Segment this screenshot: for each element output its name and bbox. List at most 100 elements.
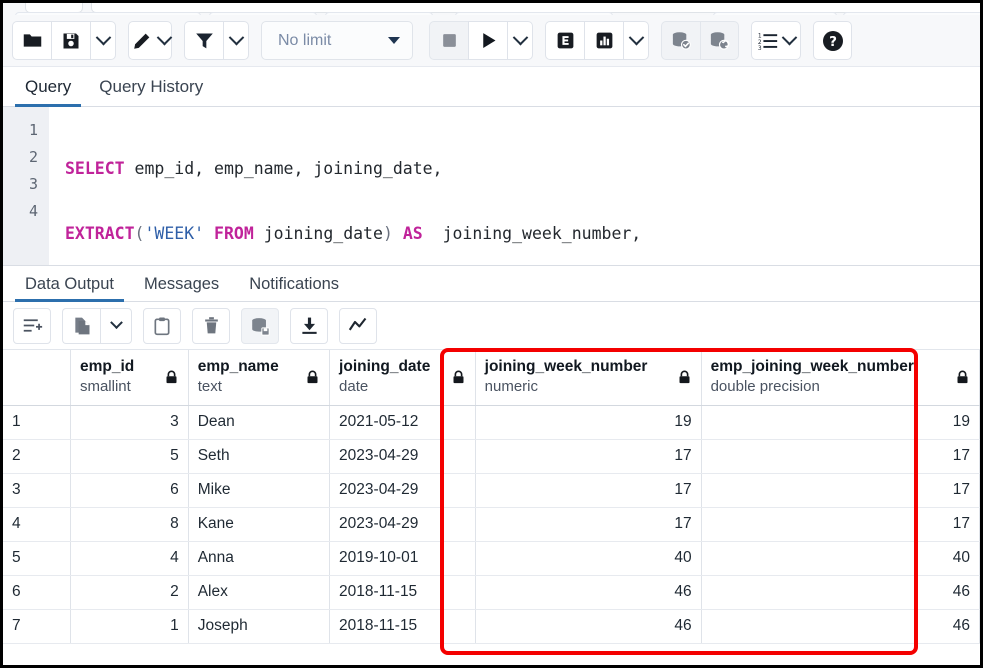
cell-joining_week_number[interactable]: 19 [475,405,701,439]
commit-button[interactable] [661,21,700,60]
cell-joining_week_number[interactable]: 46 [475,609,701,643]
cell-emp_id[interactable]: 1 [70,609,188,643]
table-row[interactable]: 1 3 Dean 2021-05-12 19 19 [3,405,980,439]
row-number: 1 [3,405,70,439]
column-header-emp_joining_week_number[interactable]: emp_joining_week_number double precision [701,350,979,405]
cell-joining_week_number[interactable]: 17 [475,473,701,507]
cell-joining_date[interactable]: 2023-04-29 [330,439,476,473]
cell-emp_name[interactable]: Mike [188,473,329,507]
line-chart-icon [348,315,369,336]
folder-icon [22,30,43,51]
open-file-button[interactable] [12,21,51,60]
table-row[interactable]: 7 1 Joseph 2018-11-15 46 46 [3,609,980,643]
table-row[interactable]: 2 5 Seth 2023-04-29 17 17 [3,439,980,473]
table-row[interactable]: 3 6 Mike 2023-04-29 17 17 [3,473,980,507]
query-tool-window: No limit [0,0,983,668]
cell-joining_date[interactable]: 2018-11-15 [330,575,476,609]
cell-emp_joining_week_number[interactable]: 17 [701,507,979,541]
table-row[interactable]: 6 2 Alex 2018-11-15 46 46 [3,575,980,609]
row-number: 4 [3,507,70,541]
cell-joining_week_number[interactable]: 17 [475,439,701,473]
explain-options-dropdown[interactable] [623,21,649,60]
cell-emp_id[interactable]: 2 [70,575,188,609]
cell-emp_id[interactable]: 8 [70,507,188,541]
cell-emp_joining_week_number[interactable]: 46 [701,609,979,643]
cell-joining_date[interactable]: 2019-10-01 [330,541,476,575]
chevron-down-icon [628,30,644,46]
stop-square-icon [440,31,459,50]
cell-emp_joining_week_number[interactable]: 40 [701,541,979,575]
explain-analyze-button[interactable] [584,21,623,60]
column-name: joining_week_number [485,357,648,377]
explain-e-icon [555,30,576,51]
cell-joining_date[interactable]: 2023-04-29 [330,507,476,541]
cell-emp_joining_week_number[interactable]: 17 [701,439,979,473]
delete-row-button[interactable] [192,308,230,344]
column-header-joining_week_number[interactable]: joining_week_number numeric [475,350,701,405]
tab-messages-label: Messages [144,275,219,293]
column-header-emp_id[interactable]: emp_id smallint [70,350,188,405]
column-header-rownum[interactable] [3,350,70,405]
filter-dropdown[interactable] [223,21,249,60]
filter-icon [194,30,215,51]
cell-emp_id[interactable]: 3 [70,405,188,439]
sql-editor[interactable]: 1 2 3 4 SELECT emp_id, emp_name, joining… [3,107,980,266]
copy-button[interactable] [62,308,100,344]
explain-button[interactable] [545,21,584,60]
edit-button[interactable] [128,21,172,60]
save-data-button[interactable] [241,308,279,344]
cell-emp_name[interactable]: Seth [188,439,329,473]
results-grid[interactable]: emp_id smallint emp_name [3,350,980,665]
cell-emp_joining_week_number[interactable]: 46 [701,575,979,609]
cell-emp_name[interactable]: Kane [188,507,329,541]
table-row[interactable]: 4 8 Kane 2023-04-29 17 17 [3,507,980,541]
execute-button[interactable] [468,21,507,60]
column-header-emp_name[interactable]: emp_name text [188,350,329,405]
tab-data-output[interactable]: Data Output [15,275,124,301]
cell-joining_date[interactable]: 2023-04-29 [330,473,476,507]
paste-button[interactable] [143,308,181,344]
window-top-sliver [3,3,980,15]
table-row[interactable]: 5 4 Anna 2019-10-01 40 40 [3,541,980,575]
macros-button[interactable]: 1 2 3 [751,21,801,60]
database-rollback-icon [708,29,731,52]
cell-joining_week_number[interactable]: 40 [475,541,701,575]
graph-visualiser-button[interactable] [339,308,377,344]
cell-emp_name[interactable]: Dean [188,405,329,439]
help-button[interactable]: ? [813,21,852,60]
cell-joining_week_number[interactable]: 46 [475,575,701,609]
chevron-down-icon [512,30,528,46]
cell-joining_date[interactable]: 2018-11-15 [330,609,476,643]
stop-button[interactable] [429,21,468,60]
download-button[interactable] [290,308,328,344]
tab-notifications[interactable]: Notifications [239,275,349,301]
cell-emp_id[interactable]: 4 [70,541,188,575]
save-file-button[interactable] [51,21,90,60]
cell-joining_date[interactable]: 2021-05-12 [330,405,476,439]
cell-emp_name[interactable]: Joseph [188,609,329,643]
cell-emp_joining_week_number[interactable]: 19 [701,405,979,439]
tab-query-history[interactable]: Query History [89,77,213,106]
cell-emp_id[interactable]: 5 [70,439,188,473]
play-icon [478,30,499,51]
execute-dropdown[interactable] [507,21,533,60]
cell-emp_id[interactable]: 6 [70,473,188,507]
cell-emp_joining_week_number[interactable]: 17 [701,473,979,507]
save-file-dropdown[interactable] [90,21,116,60]
delete-group [192,308,230,344]
filter-button[interactable] [184,21,223,60]
rollback-button[interactable] [700,21,739,60]
cell-emp_name[interactable]: Alex [188,575,329,609]
cell-joining_week_number[interactable]: 17 [475,507,701,541]
add-row-button[interactable] [13,308,51,344]
tab-messages[interactable]: Messages [134,275,229,301]
editor-code-area[interactable]: SELECT emp_id, emp_name, joining_date, E… [49,107,980,265]
tab-query[interactable]: Query [15,77,81,106]
row-limit-select[interactable]: No limit [261,21,413,60]
copy-dropdown[interactable] [100,308,132,344]
paste-group [143,308,181,344]
lock-icon [677,369,692,386]
cell-emp_name[interactable]: Anna [188,541,329,575]
code-line-1: SELECT emp_id, emp_name, joining_date, [65,155,980,182]
column-header-joining_date[interactable]: joining_date date [330,350,476,405]
